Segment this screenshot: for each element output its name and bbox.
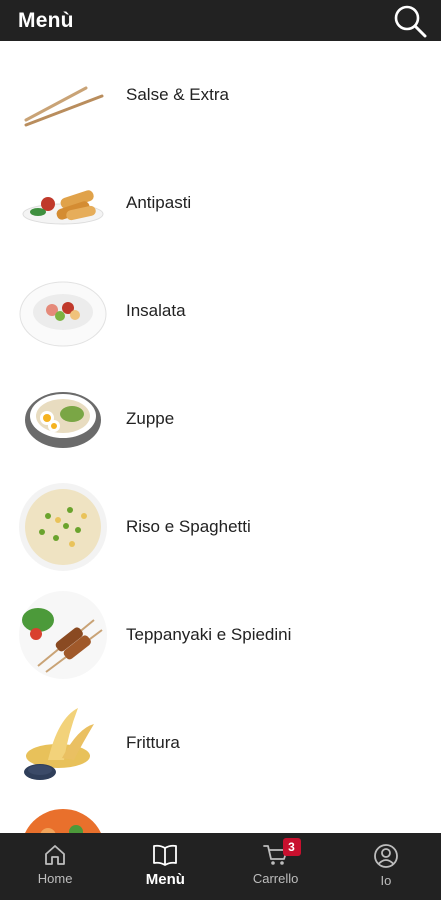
category-item-salse-extra[interactable]: Salse & Extra (0, 41, 441, 149)
category-item-teppanyaki-spiedini[interactable]: Teppanyaki e Spiedini (0, 581, 441, 689)
tempura-icon (18, 698, 108, 788)
category-label: Insalata (126, 301, 186, 320)
page-title: Menù (18, 8, 74, 32)
category-list: Salse & Extra Antipasti Insalata Zuppe R… (0, 41, 441, 833)
category-label: Riso e Spaghetti (126, 517, 251, 536)
nav-home-label: Home (37, 871, 73, 886)
soup-bowl-icon (18, 374, 108, 464)
cart-count-badge: 3 (282, 838, 301, 856)
nav-menu[interactable]: Menù (110, 833, 220, 900)
category-item-frittura[interactable]: Frittura (0, 689, 441, 797)
nav-cart[interactable]: 3 Carrello (221, 833, 331, 900)
category-label: Antipasti (126, 193, 192, 212)
category-item-insalata[interactable]: Insalata (0, 257, 441, 365)
search-button[interactable] (392, 3, 428, 39)
search-icon (394, 5, 427, 37)
chopsticks-icon (18, 50, 108, 140)
category-label: Teppanyaki e Spiedini (126, 625, 292, 644)
fried-rice-icon (18, 482, 108, 572)
category-label: Salse & Extra (126, 85, 229, 104)
category-label: Frittura (126, 733, 180, 752)
category-label: Zuppe (126, 409, 175, 428)
salad-bowl-icon (18, 266, 108, 356)
user-icon (373, 844, 398, 868)
nav-home[interactable]: Home (0, 833, 110, 900)
nav-cart-label: Carrello (252, 871, 299, 886)
top-app-bar: Menù (0, 0, 441, 41)
category-item-zuppe[interactable]: Zuppe (0, 365, 441, 473)
category-item-antipasti[interactable]: Antipasti (0, 149, 441, 257)
category-item-riso-spaghetti[interactable]: Riso e Spaghetti (0, 473, 441, 581)
nav-profile-label: Io (380, 873, 392, 888)
category-item-partial[interactable] (0, 797, 441, 833)
skewers-icon (18, 590, 108, 680)
bottom-navigation: Home Menù 3 Carrello Io (0, 833, 441, 900)
nav-profile[interactable]: Io (331, 833, 441, 900)
spring-rolls-icon (18, 158, 108, 248)
book-icon (153, 844, 178, 866)
dish-icon (18, 806, 108, 833)
home-icon (45, 845, 66, 865)
nav-menu-label: Menù (145, 871, 185, 888)
